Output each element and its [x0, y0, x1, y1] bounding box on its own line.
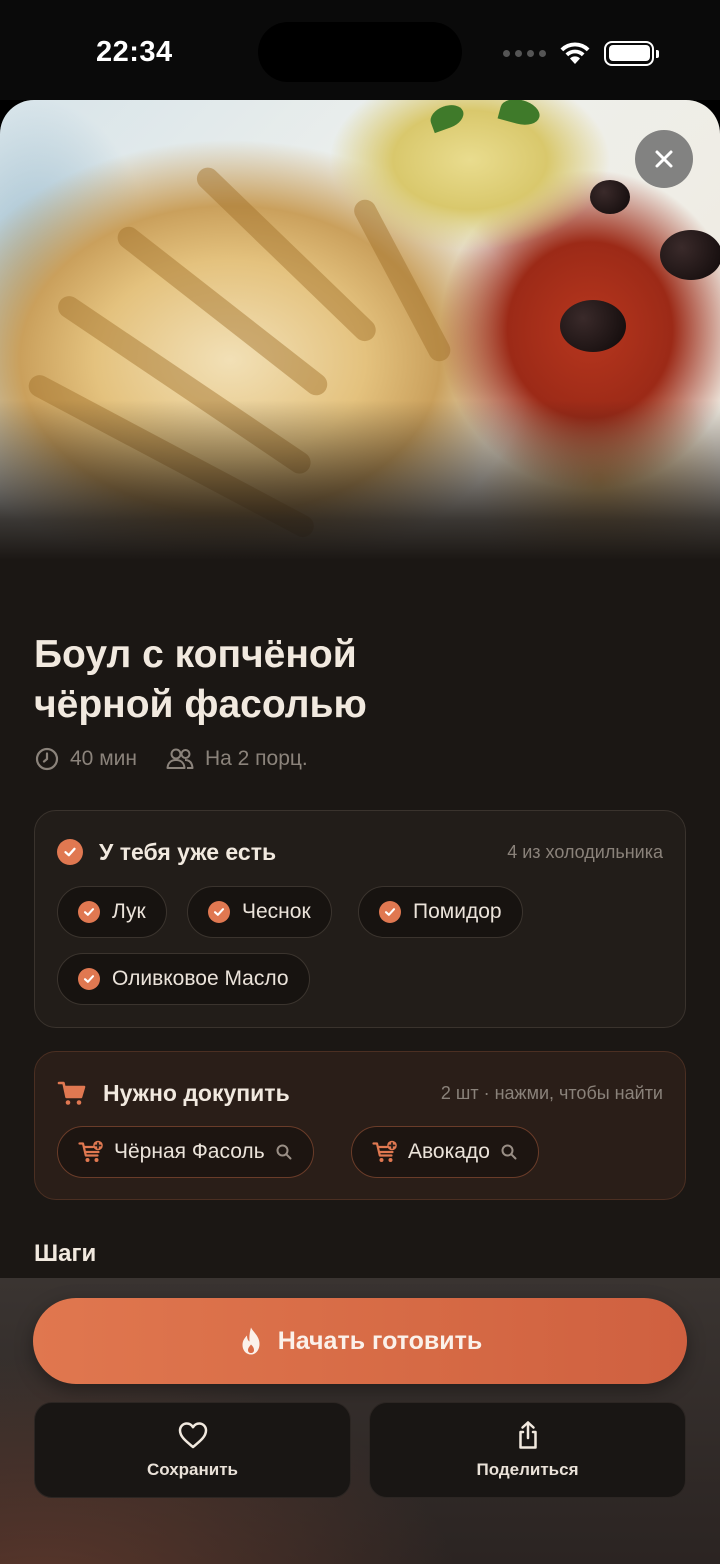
cart-plus-icon — [78, 1140, 103, 1162]
have-card-header: У тебя уже есть 4 из холодильника — [57, 837, 663, 867]
buy-card-header: Нужно докупить 2 шт · нажми, чтобы найти — [57, 1078, 663, 1108]
have-chip-label: Лук — [112, 900, 146, 923]
recipe-title-line-1: Боул с копчёной — [34, 633, 357, 676]
have-chip[interactable]: Чеснок — [187, 886, 332, 938]
recipe-title: Боул с копчёной чёрной фасолью — [34, 630, 594, 730]
people-icon — [166, 748, 194, 769]
have-chip[interactable]: Лук — [57, 886, 167, 938]
have-ingredients-card: У тебя уже есть 4 из холодильника Лук Че… — [34, 810, 686, 1028]
share-button[interactable]: Поделиться — [369, 1402, 686, 1498]
buy-card-title: Нужно докупить — [103, 1079, 290, 1106]
buy-chip-label: Чёрная Фасоль — [114, 1140, 265, 1163]
start-cooking-label: Начать готовить — [277, 1326, 483, 1355]
save-button[interactable]: Сохранить — [34, 1402, 351, 1498]
share-label: Поделиться — [476, 1460, 579, 1479]
recipe-title-line-2: чёрной фасолью — [34, 683, 367, 726]
heart-icon — [178, 1422, 207, 1449]
battery-icon — [604, 40, 659, 66]
buy-chip[interactable]: Авокадо — [351, 1126, 539, 1178]
clock-icon — [35, 747, 59, 771]
have-card-title: У тебя уже есть — [99, 838, 277, 865]
recipe-sheet: Боул с копчёной чёрной фасолью 40 мин На… — [0, 100, 720, 1564]
check-icon — [379, 901, 401, 923]
start-cooking-button[interactable]: Начать готовить — [33, 1298, 687, 1384]
share-icon — [518, 1421, 537, 1449]
buy-chip-label: Авокадо — [408, 1140, 490, 1163]
cook-time-label: 40 мин — [70, 747, 137, 770]
buy-ingredients-card: Нужно докупить 2 шт · нажми, чтобы найти… — [34, 1051, 686, 1200]
servings: На 2 порц. — [165, 746, 308, 772]
have-chip-label: Оливковое Масло — [112, 967, 289, 990]
have-chip[interactable]: Помидор — [358, 886, 523, 938]
search-icon — [501, 1144, 517, 1160]
have-card-note: 4 из холодильника — [507, 841, 663, 862]
status-bar: 22:34 — [0, 0, 720, 100]
status-time: 22:34 — [96, 36, 173, 68]
save-label: Сохранить — [146, 1460, 239, 1479]
close-icon — [655, 150, 673, 168]
dynamic-island — [258, 22, 462, 82]
flame-icon — [242, 1327, 260, 1355]
cook-time: 40 мин — [34, 746, 137, 772]
servings-label: На 2 порц. — [204, 747, 308, 770]
buy-card-note: 2 шт · нажми, чтобы найти — [440, 1082, 663, 1103]
recipe-meta: 40 мин На 2 порц. — [34, 746, 336, 772]
buy-chip[interactable]: Чёрная Фасоль — [57, 1126, 314, 1178]
check-icon — [208, 901, 230, 923]
steps-heading: Шаги — [34, 1240, 97, 1267]
cart-icon — [57, 1081, 86, 1105]
cart-plus-icon — [372, 1140, 397, 1162]
check-icon — [78, 901, 100, 923]
search-icon — [276, 1144, 292, 1160]
cellular-signal-icon — [503, 49, 546, 57]
recipe-photo — [0, 100, 720, 560]
bottom-action-bar: Начать готовить Сохранить Поделиться — [0, 1278, 720, 1564]
close-button[interactable] — [635, 130, 693, 188]
check-icon — [78, 968, 100, 990]
wifi-icon — [560, 42, 590, 64]
have-chip-label: Чеснок — [242, 900, 311, 923]
have-chip[interactable]: Оливковое Масло — [57, 953, 310, 1005]
have-chip-label: Помидор — [413, 900, 502, 923]
status-indicators — [503, 40, 659, 66]
check-icon — [57, 839, 83, 865]
